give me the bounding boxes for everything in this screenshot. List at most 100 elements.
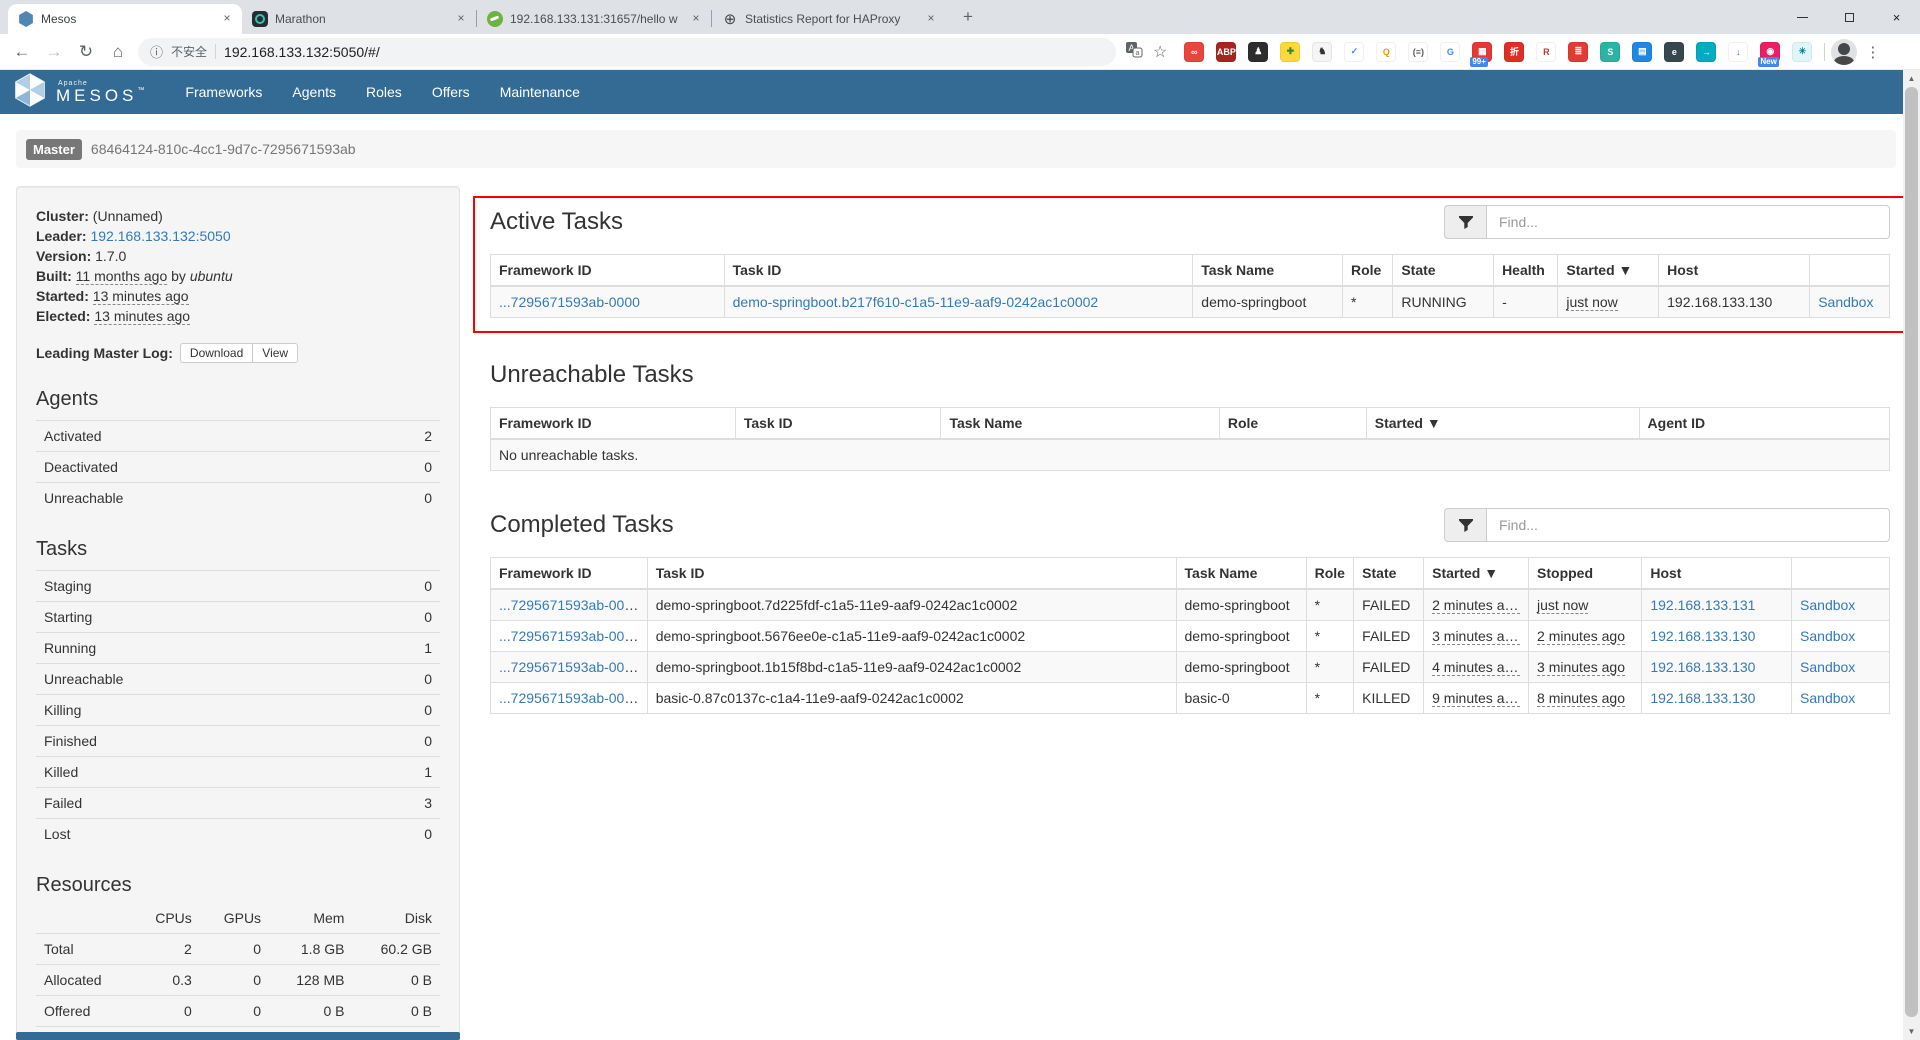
extension-icon[interactable]: ◉ New <box>1760 42 1780 62</box>
col-framework-id[interactable]: Framework ID <box>491 255 725 287</box>
host-link[interactable]: 192.168.133.130 <box>1650 659 1755 675</box>
framework-id-link[interactable]: ...7295671593ab-0000 <box>499 690 640 706</box>
forward-button[interactable]: → <box>40 38 68 66</box>
extension-icon[interactable]: (≡) <box>1408 42 1428 62</box>
browser-menu-icon[interactable]: ⋮ <box>1865 43 1880 61</box>
nav-item[interactable]: Roles <box>351 70 417 114</box>
host-link[interactable]: 192.168.133.130 <box>1650 628 1755 644</box>
extension-icon[interactable]: G <box>1440 42 1460 62</box>
extension-icon[interactable]: ✳ <box>1792 42 1812 62</box>
filter-funnel-icon[interactable] <box>1444 205 1486 239</box>
security-label: 不安全 <box>171 43 207 60</box>
tab-close-icon[interactable]: × <box>219 11 235 27</box>
tasks-row: Unreachable 0 <box>36 664 440 695</box>
col-task-id[interactable]: Task ID <box>647 558 1176 590</box>
extension-icon[interactable]: Q <box>1376 42 1396 62</box>
url-text[interactable]: 192.168.133.132:5050/#/ <box>224 44 380 60</box>
extension-icon[interactable]: ▤ <box>1632 42 1652 62</box>
completed-tasks-find-input[interactable] <box>1486 508 1890 542</box>
col-started-sorted[interactable]: Started ▼ <box>1558 255 1659 287</box>
sandbox-link[interactable]: Sandbox <box>1800 597 1855 613</box>
col-host[interactable]: Host <box>1642 558 1792 590</box>
extension-icon[interactable]: ≣ <box>1568 42 1588 62</box>
tab-close-icon[interactable]: × <box>923 11 939 27</box>
extension-icon[interactable]: R <box>1536 42 1556 62</box>
col-stopped[interactable]: Stopped <box>1529 558 1642 590</box>
nav-item[interactable]: Maintenance <box>485 70 595 114</box>
col-role[interactable]: Role <box>1306 558 1354 590</box>
col-started-sorted[interactable]: Started ▼ <box>1424 558 1529 590</box>
sandbox-link[interactable]: Sandbox <box>1800 628 1855 644</box>
nav-item[interactable]: Frameworks <box>170 70 277 114</box>
col-health[interactable]: Health <box>1494 255 1558 287</box>
extension-icon[interactable]: ✚ <box>1280 42 1300 62</box>
framework-id-link[interactable]: ...7295671593ab-0000 <box>499 597 640 613</box>
active-tasks-find-input[interactable] <box>1486 205 1890 239</box>
scrollbar-thumb[interactable] <box>1905 87 1918 1017</box>
col-task-id[interactable]: Task ID <box>724 255 1193 287</box>
extension-icon[interactable]: ↓ <box>1728 42 1748 62</box>
info-icon[interactable]: ⓘ <box>150 42 163 61</box>
view-button[interactable]: View <box>252 343 298 363</box>
task-id-link[interactable]: demo-springboot.b217f610-c1a5-11e9-aaf9-… <box>733 294 1099 310</box>
back-button[interactable]: ← <box>8 38 36 66</box>
nav-item[interactable]: Agents <box>277 70 351 114</box>
close-button[interactable]: × <box>1873 0 1920 34</box>
nav-item[interactable]: Offers <box>417 70 485 114</box>
tab-haproxy-stats[interactable]: ⊕ Statistics Report for HAProxy × <box>712 4 946 34</box>
download-button[interactable]: Download <box>180 343 253 363</box>
extension-icon[interactable]: 折 <box>1504 42 1524 62</box>
minimize-button[interactable] <box>1779 0 1826 34</box>
tab-close-icon[interactable]: × <box>688 11 704 27</box>
stat-value: 0 <box>359 602 440 633</box>
framework-id-link[interactable]: ...7295671593ab-0000 <box>499 628 640 644</box>
col-task-name[interactable]: Task Name <box>941 408 1219 440</box>
tab-marathon[interactable]: Marathon × <box>242 4 476 34</box>
tab-hello-app[interactable]: 192.168.133.131:31657/hello w × <box>477 4 711 34</box>
tab-mesos[interactable]: Mesos × <box>8 4 242 34</box>
filter-funnel-icon[interactable] <box>1444 508 1486 542</box>
col-framework-id[interactable]: Framework ID <box>491 558 648 590</box>
address-bar[interactable]: ⓘ 不安全 192.168.133.132:5050/#/ <box>138 38 1116 66</box>
sandbox-link[interactable]: Sandbox <box>1818 294 1873 310</box>
col-state[interactable]: State <box>1393 255 1494 287</box>
extension-icon[interactable]: ∞ <box>1184 42 1204 62</box>
col-state[interactable]: State <box>1354 558 1424 590</box>
sandbox-link[interactable]: Sandbox <box>1800 659 1855 675</box>
translate-icon[interactable]: Aa <box>1125 40 1143 63</box>
framework-id-link[interactable]: ...7295671593ab-0000 <box>499 659 640 675</box>
scroll-down-icon[interactable]: ▼ <box>1903 1023 1920 1040</box>
bookmark-star-icon[interactable]: ☆ <box>1153 42 1167 62</box>
sandbox-link[interactable]: Sandbox <box>1800 690 1855 706</box>
reload-button[interactable]: ↻ <box>72 38 100 66</box>
extension-icon[interactable]: → <box>1696 42 1716 62</box>
extension-icon[interactable]: ▦ 99+ <box>1472 42 1492 62</box>
col-agent-id[interactable]: Agent ID <box>1639 408 1889 440</box>
extension-icon[interactable]: S <box>1600 42 1620 62</box>
new-tab-button[interactable]: + <box>954 4 982 32</box>
col-role[interactable]: Role <box>1342 255 1392 287</box>
extension-icon[interactable]: ABP <box>1216 42 1236 62</box>
host-link[interactable]: 192.168.133.130 <box>1650 690 1755 706</box>
host-link[interactable]: 192.168.133.131 <box>1650 597 1755 613</box>
col-task-name[interactable]: Task Name <box>1176 558 1306 590</box>
extension-icon[interactable]: ♟ <box>1248 42 1268 62</box>
col-task-id[interactable]: Task ID <box>735 408 941 440</box>
profile-avatar[interactable] <box>1831 39 1857 65</box>
extension-icon[interactable]: ♞ <box>1312 42 1332 62</box>
tab-close-icon[interactable]: × <box>453 11 469 27</box>
scroll-up-icon[interactable]: ▲ <box>1903 70 1920 87</box>
mesos-brand[interactable]: Apache MESOS™ <box>12 72 144 113</box>
home-button[interactable]: ⌂ <box>104 38 132 66</box>
col-started-sorted[interactable]: Started ▼ <box>1366 408 1639 440</box>
col-framework-id[interactable]: Framework ID <box>491 408 736 440</box>
maximize-button[interactable] <box>1826 0 1873 34</box>
extension-icon[interactable]: ✓ <box>1344 42 1364 62</box>
col-host[interactable]: Host <box>1659 255 1810 287</box>
leader-link[interactable]: 192.168.133.132:5050 <box>90 228 230 244</box>
page-scrollbar[interactable]: ▲ ▼ <box>1903 70 1920 1040</box>
framework-id-link[interactable]: ...7295671593ab-0000 <box>499 294 640 310</box>
col-role[interactable]: Role <box>1219 408 1366 440</box>
extension-icon[interactable]: e <box>1664 42 1684 62</box>
col-task-name[interactable]: Task Name <box>1193 255 1343 287</box>
